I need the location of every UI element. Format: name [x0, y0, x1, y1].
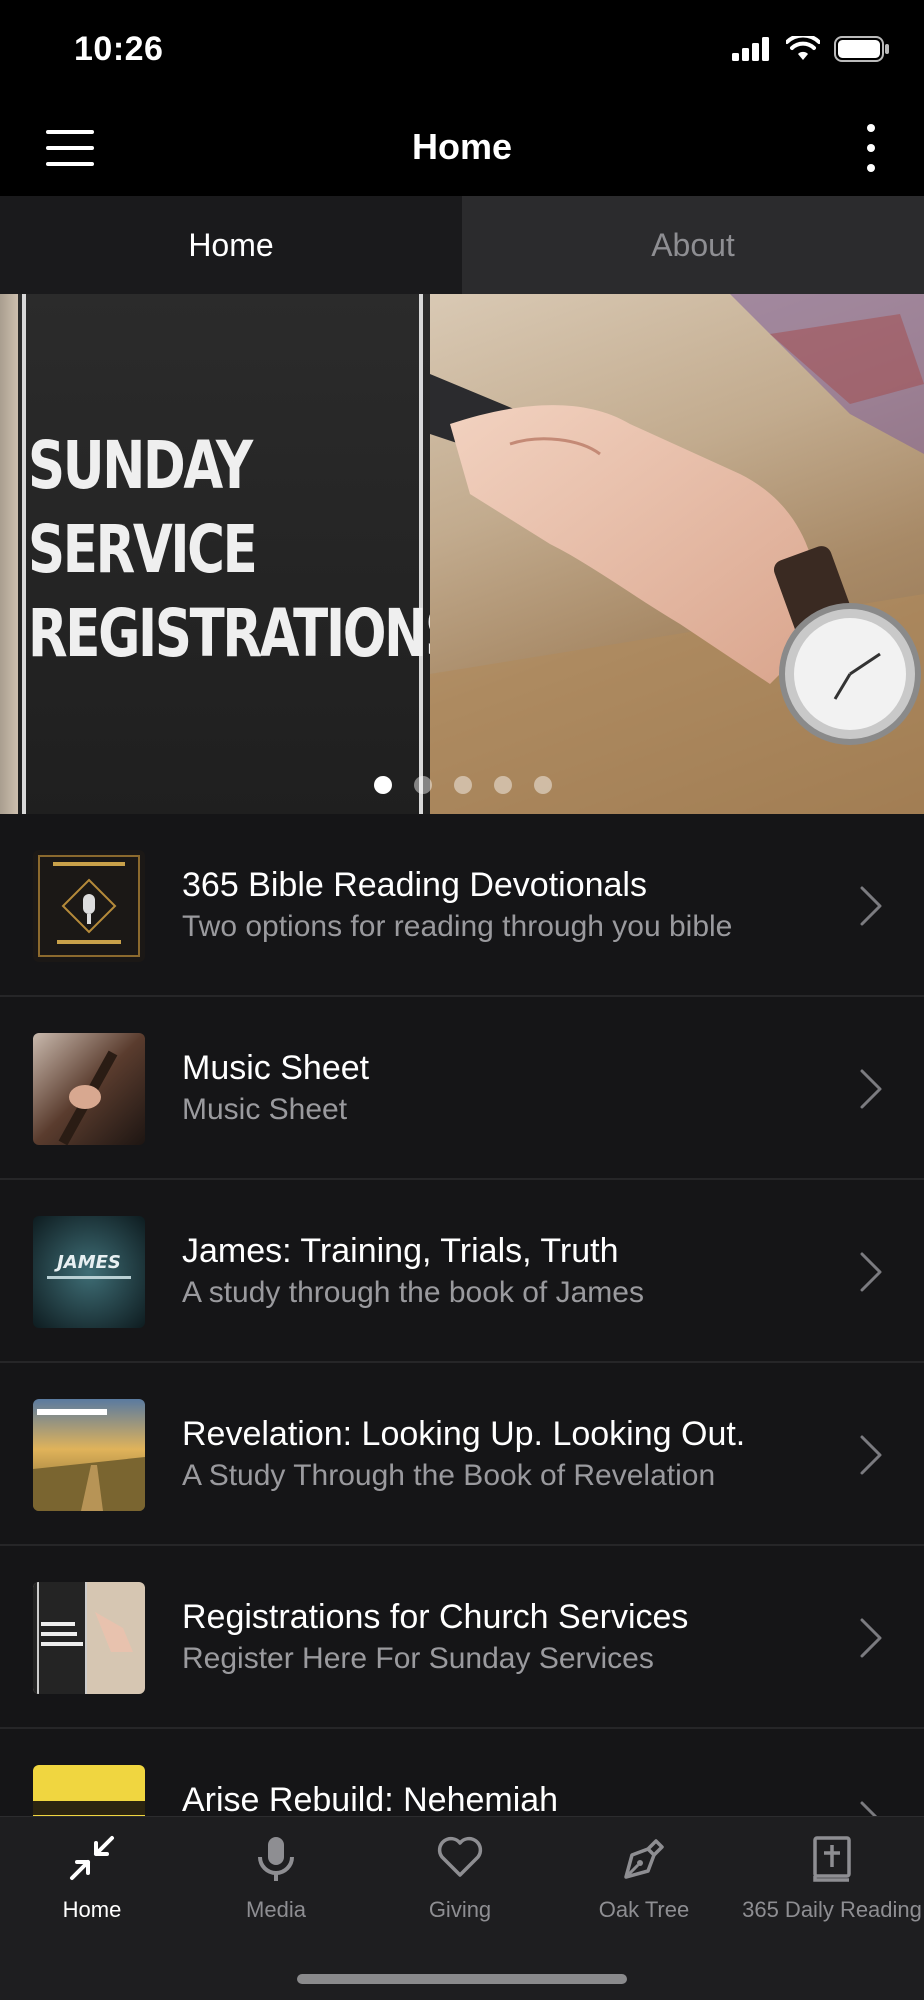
- carousel-dot[interactable]: [414, 776, 432, 794]
- navigation-bar: Home: [0, 100, 924, 196]
- list-item-title: 365 Bible Reading Devotionals: [182, 866, 647, 904]
- status-bar: 10:26: [0, 0, 924, 100]
- list-item-church-registrations[interactable]: Registrations for Church Services Regist…: [0, 1546, 924, 1729]
- revelation-thumbnail: [33, 1399, 145, 1511]
- page-title: Home: [411, 126, 513, 167]
- list-item-title: Registrations for Church Services: [182, 1598, 689, 1636]
- tabbar-media[interactable]: Media: [184, 1817, 368, 1937]
- banner-previous-slide-edge: [0, 294, 18, 814]
- list-item-subtitle: Register Here For Sunday Services: [182, 1642, 654, 1675]
- guitar-thumbnail: [33, 1033, 145, 1145]
- tabbar-365-daily-reading[interactable]: 365 Daily Reading: [740, 1817, 924, 1937]
- compress-arrows-icon: [70, 1836, 114, 1880]
- signal-icon: [732, 37, 769, 61]
- list-item-subtitle: A Study Through the Book of Revelation: [182, 1459, 716, 1492]
- list-item-subtitle: Music Sheet: [182, 1093, 348, 1126]
- carousel-pagination: [374, 776, 552, 794]
- banner-heading: SUNDAY SERVICE REGISTRATIONS: [28, 427, 462, 672]
- tabbar-label: Giving: [428, 1897, 492, 1922]
- status-icons: [732, 36, 890, 62]
- more-options-icon[interactable]: [858, 122, 882, 174]
- bottom-tab-bar: Home Media Giving Oak Tree 365 Daily Rea…: [0, 1816, 924, 2000]
- tabbar-oak-tree[interactable]: Oak Tree: [552, 1817, 736, 1937]
- tabbar-home[interactable]: Home: [0, 1817, 184, 1937]
- james-thumbnail: JAMES: [33, 1216, 145, 1328]
- status-time: 10:26: [74, 30, 164, 68]
- tabbar-label: Media: [246, 1897, 306, 1922]
- list-item-james-study[interactable]: JAMES James: Training, Trials, Truth A s…: [0, 1180, 924, 1363]
- carousel-dot[interactable]: [534, 776, 552, 794]
- list-item-title: Revelation: Looking Up. Looking Out.: [182, 1415, 746, 1453]
- svg-text:JAMES: JAMES: [54, 1252, 121, 1273]
- chevron-right-icon: [860, 1435, 882, 1475]
- tabbar-giving[interactable]: Giving: [368, 1817, 552, 1937]
- list-item-title: James: Training, Trials, Truth: [182, 1232, 619, 1270]
- tabbar-label: 365 Daily Reading: [742, 1897, 922, 1922]
- tabbar-label: Oak Tree: [598, 1897, 690, 1922]
- banner-frame-line: [22, 294, 26, 814]
- heart-icon: [437, 1836, 483, 1877]
- list-item-bible-devotionals[interactable]: 365 Bible Reading Devotionals Two option…: [0, 814, 924, 997]
- list-item-title: Music Sheet: [182, 1049, 370, 1087]
- list-item-title: Arise Rebuild: Nehemiah: [182, 1781, 559, 1819]
- home-indicator[interactable]: [297, 1974, 627, 1984]
- microphone-icon: [258, 1837, 294, 1881]
- chevron-right-icon: [860, 1069, 882, 1109]
- content-list: 365 Bible Reading Devotionals Two option…: [0, 814, 924, 1912]
- tab-home[interactable]: Home: [0, 196, 462, 294]
- list-item-revelation-study[interactable]: Revelation: Looking Up. Looking Out. A S…: [0, 1363, 924, 1546]
- carousel-dot[interactable]: [454, 776, 472, 794]
- chevron-right-icon: [860, 1618, 882, 1658]
- banner-carousel[interactable]: SUNDAY SERVICE REGISTRATIONS: [0, 294, 924, 814]
- carousel-dot[interactable]: [494, 776, 512, 794]
- registrations-thumbnail: [33, 1582, 145, 1694]
- banner-photo-hand-phone: [430, 294, 924, 814]
- tab-about[interactable]: About: [462, 196, 924, 294]
- chevron-right-icon: [860, 1252, 882, 1292]
- tabbar-label: Home: [62, 1897, 122, 1922]
- chevron-right-icon: [860, 886, 882, 926]
- list-item-music-sheet[interactable]: Music Sheet Music Sheet: [0, 997, 924, 1180]
- list-item-subtitle: A study through the book of James: [182, 1276, 644, 1309]
- list-item-subtitle: Two options for reading through you bibl…: [182, 910, 733, 943]
- wifi-icon: [786, 36, 820, 60]
- podcast-thumbnail: [33, 850, 145, 962]
- carousel-dot[interactable]: [374, 776, 392, 794]
- bible-book-icon: [813, 1836, 851, 1882]
- pen-nib-icon: [624, 1839, 664, 1879]
- battery-icon: [834, 36, 889, 62]
- segment-tabs: Home About: [0, 196, 924, 294]
